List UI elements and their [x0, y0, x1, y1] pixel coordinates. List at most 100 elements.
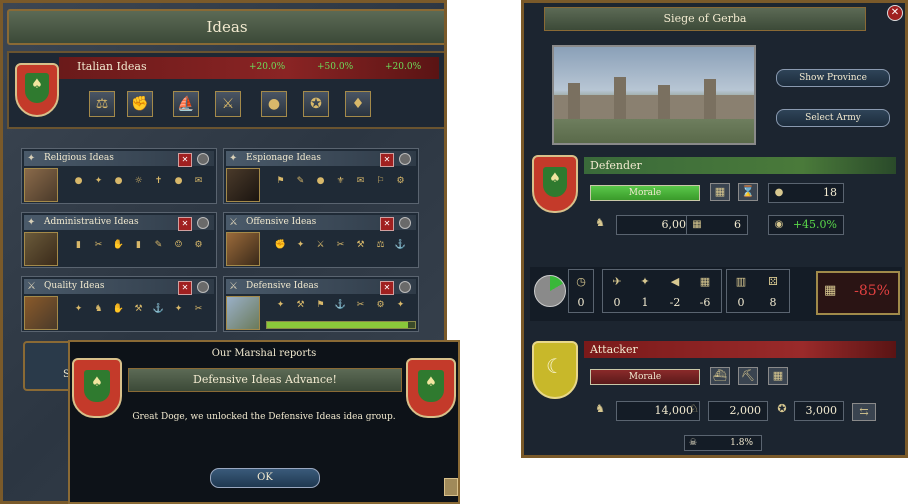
info-icon[interactable]	[197, 153, 209, 165]
administrative-portrait	[24, 232, 58, 266]
espionage-portrait	[226, 168, 260, 202]
idea-group-espionage[interactable]: ✦ Espionage Ideas ✕ ⚑ ✎ ● ⚜ ✉ ⚐ ⚙	[223, 148, 419, 204]
days-modifier: ◷ 0	[571, 274, 591, 314]
idea-mini-icon: ✋	[112, 304, 125, 314]
idea-mini-icon: ⚒	[134, 304, 143, 314]
siege-progress-pie	[534, 275, 566, 307]
idea-mini-icon: ⚐	[376, 176, 385, 186]
idea-mini-icon: ✦	[174, 304, 183, 314]
idea-mini-icon: ✉	[356, 176, 365, 186]
garrison-value: 6	[734, 218, 741, 231]
remove-icon[interactable]: ✕	[178, 281, 192, 295]
fort-bonus-icon: ◉	[774, 219, 784, 230]
left-shield-icon: ♠	[72, 358, 122, 418]
mod-group-2: ✈ 0 ✦ 1 ◀ -2 ▦ -6	[602, 269, 722, 313]
idea-mini-icon: ✦	[296, 240, 305, 250]
idea-mini-icon: ✂	[356, 300, 365, 310]
remove-icon[interactable]: ✕	[178, 217, 192, 231]
info-icon[interactable]	[399, 153, 411, 165]
remove-icon[interactable]: ✕	[380, 217, 394, 231]
right-shield-icon: ♠	[406, 358, 456, 418]
defender-morale-bar: Morale	[590, 185, 700, 201]
horn-icon: ◀	[670, 275, 680, 288]
ok-button[interactable]: OK	[210, 468, 320, 488]
close-icon[interactable]: ✕	[887, 5, 903, 21]
defender-shield-icon: ♠	[532, 155, 578, 213]
info-icon[interactable]	[197, 281, 209, 293]
idea-group-religious[interactable]: ✦ Religious Ideas ✕ ● ✦ ● ☼ ✝ ● ✉	[21, 148, 217, 204]
artillery-box: 3,000	[794, 401, 844, 421]
idea-mini-icon: ▮	[76, 240, 81, 250]
mod-value: 8	[769, 296, 777, 309]
artillery-value: 3,000	[805, 404, 838, 417]
group-icon: ⚔	[229, 217, 238, 228]
wall-icon: ▦	[692, 219, 702, 230]
engineer-icon: ✦	[640, 275, 650, 288]
ships-icon[interactable]: ⛵	[173, 91, 199, 117]
defensive-progress-bar	[266, 321, 416, 329]
venice-shield-icon: ♠	[15, 63, 59, 117]
morale-label: Morale	[628, 372, 662, 382]
remove-icon[interactable]: ✕	[178, 153, 192, 167]
group-name: Espionage Ideas	[246, 153, 321, 163]
idea-mini-icon: ✦	[276, 300, 285, 310]
idea-mini-icon: ▮	[136, 240, 141, 250]
select-army-button[interactable]: Select Army	[776, 109, 890, 127]
info-icon[interactable]	[197, 217, 209, 229]
idea-mini-icon: ⚜	[336, 176, 345, 186]
idea-mini-icon: ●	[316, 176, 325, 186]
idea-mini-icon: ●	[74, 176, 83, 186]
siege-title: Siege of Gerba	[544, 7, 866, 31]
national-ideas-bar: ♠ Italian Ideas +20.0% +50.0% +20.0% ⚖ ✊…	[7, 51, 444, 129]
idea-mini-icon: ⚓	[334, 300, 347, 310]
coins-icon[interactable]: ●	[261, 91, 287, 117]
idea-mini-icon: ✂	[194, 304, 203, 314]
treasure-icon[interactable]: ♦	[345, 91, 371, 117]
show-province-button[interactable]: Show Province	[776, 69, 890, 87]
attacker-shield-icon: ☾	[532, 341, 578, 399]
ledger-icon[interactable]	[444, 478, 458, 496]
ideas-title: Ideas	[7, 9, 444, 45]
mod-value: 0	[737, 296, 745, 309]
info-icon[interactable]	[399, 281, 411, 293]
event-popup: Our Marshal reports Defensive Ideas Adva…	[68, 340, 460, 504]
medal-icon[interactable]: ✪	[303, 91, 329, 117]
mod-group-1: ◷ 0	[568, 269, 594, 313]
garrison-box: ▦ 6	[686, 215, 748, 235]
remove-icon[interactable]: ✕	[380, 281, 394, 295]
clock-icon: ◷	[576, 275, 586, 288]
soldiers-icon[interactable]: ⚔	[215, 91, 241, 117]
info-icon[interactable]	[399, 217, 411, 229]
idea-mini-icon: ●	[114, 176, 123, 186]
scales-icon[interactable]: ⚖	[89, 91, 115, 117]
idea-group-defensive[interactable]: ⚔ Defensive Ideas ✕ ✦ ⚒ ⚑ ⚓ ✂ ⚙ ✦	[223, 276, 419, 332]
artillery-icon: ✪	[777, 402, 787, 415]
bonus-2: +50.0%	[317, 62, 354, 72]
idea-mini-icon: ☺	[174, 240, 183, 250]
defender-banner: Defender	[584, 157, 896, 174]
group-icon: ⚔	[27, 281, 36, 292]
idea-mini-icon: ⚙	[376, 300, 385, 310]
split-army-icon[interactable]: ⇆	[852, 403, 876, 421]
idea-group-offensive[interactable]: ⚔ Offensive Ideas ✕ ✊ ✦ ⚔ ✂ ⚒ ⚖ ⚓	[223, 212, 419, 268]
cavalry-box: 2,000	[708, 401, 768, 421]
idea-group-quality[interactable]: ⚔ Quality Ideas ✕ ✦ ♞ ✋ ⚒ ⚓ ✦ ✂	[21, 276, 217, 332]
cavalry-icon: ♘	[689, 402, 699, 415]
hourglass-icon: ⌛	[738, 183, 758, 201]
remove-icon[interactable]: ✕	[380, 153, 394, 167]
artillery-icon: ✈	[612, 275, 622, 288]
fort-level-box: ● 18	[768, 183, 844, 203]
popup-header: Our Marshal reports	[211, 348, 317, 359]
laborer-icon[interactable]: ✊	[127, 91, 153, 117]
attrition-box: ☠ 1.8%	[684, 435, 762, 451]
attacker-label: Attacker	[590, 343, 638, 356]
national-ideas-title: Italian Ideas	[77, 60, 147, 73]
idea-mini-icon: ⚓	[394, 240, 407, 250]
idea-mini-icon: ⚔	[316, 240, 325, 250]
idea-group-administrative[interactable]: ✦ Administrative Ideas ✕ ▮ ✂ ✋ ▮ ✎ ☺ ⚙	[21, 212, 217, 268]
siege-modifiers-row: ◷ 0 ✈ 0 ✦ 1 ◀ -2 ▦ -6 ▥ 0 ⚄ 8 ▦ -85%	[530, 267, 902, 321]
idea-mini-icon: ♞	[94, 304, 103, 314]
dice-icon: ⚄	[768, 275, 778, 288]
infantry-icon: ♞	[595, 402, 605, 415]
idea-mini-icon: ✉	[194, 176, 203, 186]
